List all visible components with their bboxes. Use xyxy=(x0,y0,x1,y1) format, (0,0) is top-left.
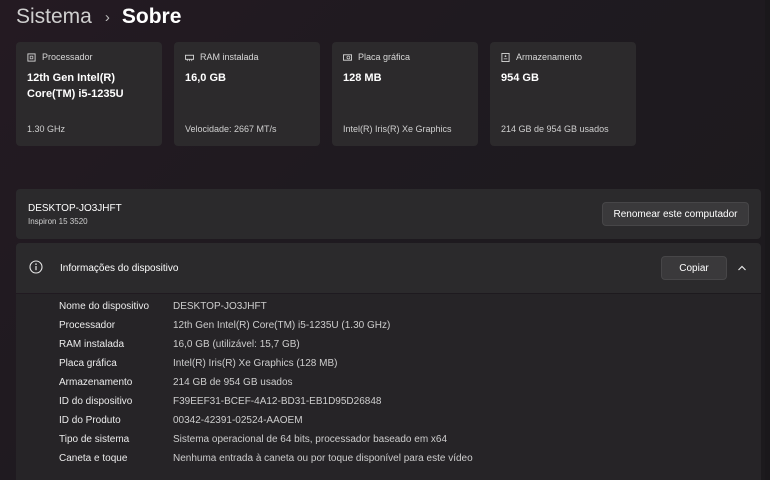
breadcrumb: Sistema › Sobre xyxy=(16,3,181,31)
info-row: Caneta e toque Nenhuma entrada à caneta … xyxy=(59,453,473,467)
device-info-header[interactable]: Informações do dispositivo Copiar xyxy=(16,243,761,293)
spec-value: 16,0 GB xyxy=(185,72,226,84)
info-label: RAM instalada xyxy=(59,339,125,350)
info-value: 00342-42391-02524-AAOEM xyxy=(173,415,303,426)
info-value: F39EEF31-BCEF-4A12-BD31-EB1D95D26848 xyxy=(173,396,382,407)
breadcrumb-sistema[interactable]: Sistema xyxy=(16,5,92,29)
info-row: Placa gráfica Intel(R) Iris(R) Xe Graphi… xyxy=(59,358,337,372)
info-row: ID do dispositivo F39EEF31-BCEF-4A12-BD3… xyxy=(59,396,381,410)
spec-value: 954 GB xyxy=(501,72,539,84)
spec-value: 128 MB xyxy=(343,72,382,84)
device-name: DESKTOP-JO3JHFT xyxy=(28,203,122,214)
info-label: ID do Produto xyxy=(59,415,121,426)
spec-cards: Processador 12th Gen Intel(R) Core(TM) i… xyxy=(16,42,636,146)
spec-card-processor: Processador 12th Gen Intel(R) Core(TM) i… xyxy=(16,42,162,146)
info-value: 16,0 GB (utilizável: 15,7 GB) xyxy=(173,339,300,350)
info-label: Armazenamento xyxy=(59,377,133,388)
page-title: Sobre xyxy=(121,5,182,28)
window-edge xyxy=(765,0,770,480)
info-row: ID do Produto 00342-42391-02524-AAOEM xyxy=(59,415,303,429)
spec-detail: Intel(R) Iris(R) Xe Graphics xyxy=(343,124,452,134)
spec-detail: 214 GB de 954 GB usados xyxy=(501,124,609,134)
copy-button[interactable]: Copiar xyxy=(661,256,727,280)
spec-detail: Velocidade: 2667 MT/s xyxy=(185,124,277,134)
spec-label: RAM instalada xyxy=(200,52,259,62)
spec-value: 12th Gen Intel(R) Core(TM) i5-1235U xyxy=(27,72,124,100)
info-label: Placa gráfica xyxy=(59,358,117,369)
info-row: Nome do dispositivo DESKTOP-JO3JHFT xyxy=(59,301,267,315)
info-row: Tipo de sistema Sistema operacional de 6… xyxy=(59,434,447,448)
spec-card-ram: RAM instalada 16,0 GB Velocidade: 2667 M… xyxy=(174,42,320,146)
spec-label: Armazenamento xyxy=(516,52,583,62)
info-row: Armazenamento 214 GB de 954 GB usados xyxy=(59,377,293,391)
device-info-details: Nome do dispositivo DESKTOP-JO3JHFT Proc… xyxy=(16,294,761,480)
info-label: ID do dispositivo xyxy=(59,396,133,407)
breadcrumb-separator: › xyxy=(104,8,110,26)
info-value: DESKTOP-JO3JHFT xyxy=(173,301,267,312)
device-model: Inspiron 15 3520 xyxy=(28,217,88,226)
spec-label: Processador xyxy=(42,52,93,62)
processor-icon xyxy=(27,52,36,62)
spec-detail: 1.30 GHz xyxy=(27,124,66,134)
storage-icon xyxy=(501,52,510,62)
spec-card-storage: Armazenamento 954 GB 214 GB de 954 GB us… xyxy=(490,42,636,146)
device-name-card: DESKTOP-JO3JHFT Inspiron 15 3520 Renomea… xyxy=(16,189,761,239)
chevron-up-icon[interactable] xyxy=(736,262,748,274)
info-label: Processador xyxy=(59,320,116,331)
gpu-icon xyxy=(343,53,352,61)
info-value: 214 GB de 954 GB usados xyxy=(173,377,293,388)
info-row: Processador 12th Gen Intel(R) Core(TM) i… xyxy=(59,320,390,334)
spec-label: Placa gráfica xyxy=(358,52,411,62)
rename-computer-button[interactable]: Renomear este computador xyxy=(602,202,749,226)
info-value: Nenhuma entrada à caneta ou por toque di… xyxy=(173,453,473,464)
spec-card-gpu: Placa gráfica 128 MB Intel(R) Iris(R) Xe… xyxy=(332,42,478,146)
info-value: 12th Gen Intel(R) Core(TM) i5-1235U (1.3… xyxy=(173,320,391,331)
info-label: Caneta e toque xyxy=(59,453,128,464)
info-label: Tipo de sistema xyxy=(59,434,130,445)
info-icon xyxy=(29,260,43,274)
info-value: Intel(R) Iris(R) Xe Graphics (128 MB) xyxy=(173,358,338,369)
info-label: Nome do dispositivo xyxy=(59,301,150,312)
ram-icon xyxy=(185,54,194,61)
device-info-title: Informações do dispositivo xyxy=(60,263,179,274)
info-row: RAM instalada 16,0 GB (utilizável: 15,7 … xyxy=(59,339,300,353)
info-value: Sistema operacional de 64 bits, processa… xyxy=(173,434,448,445)
